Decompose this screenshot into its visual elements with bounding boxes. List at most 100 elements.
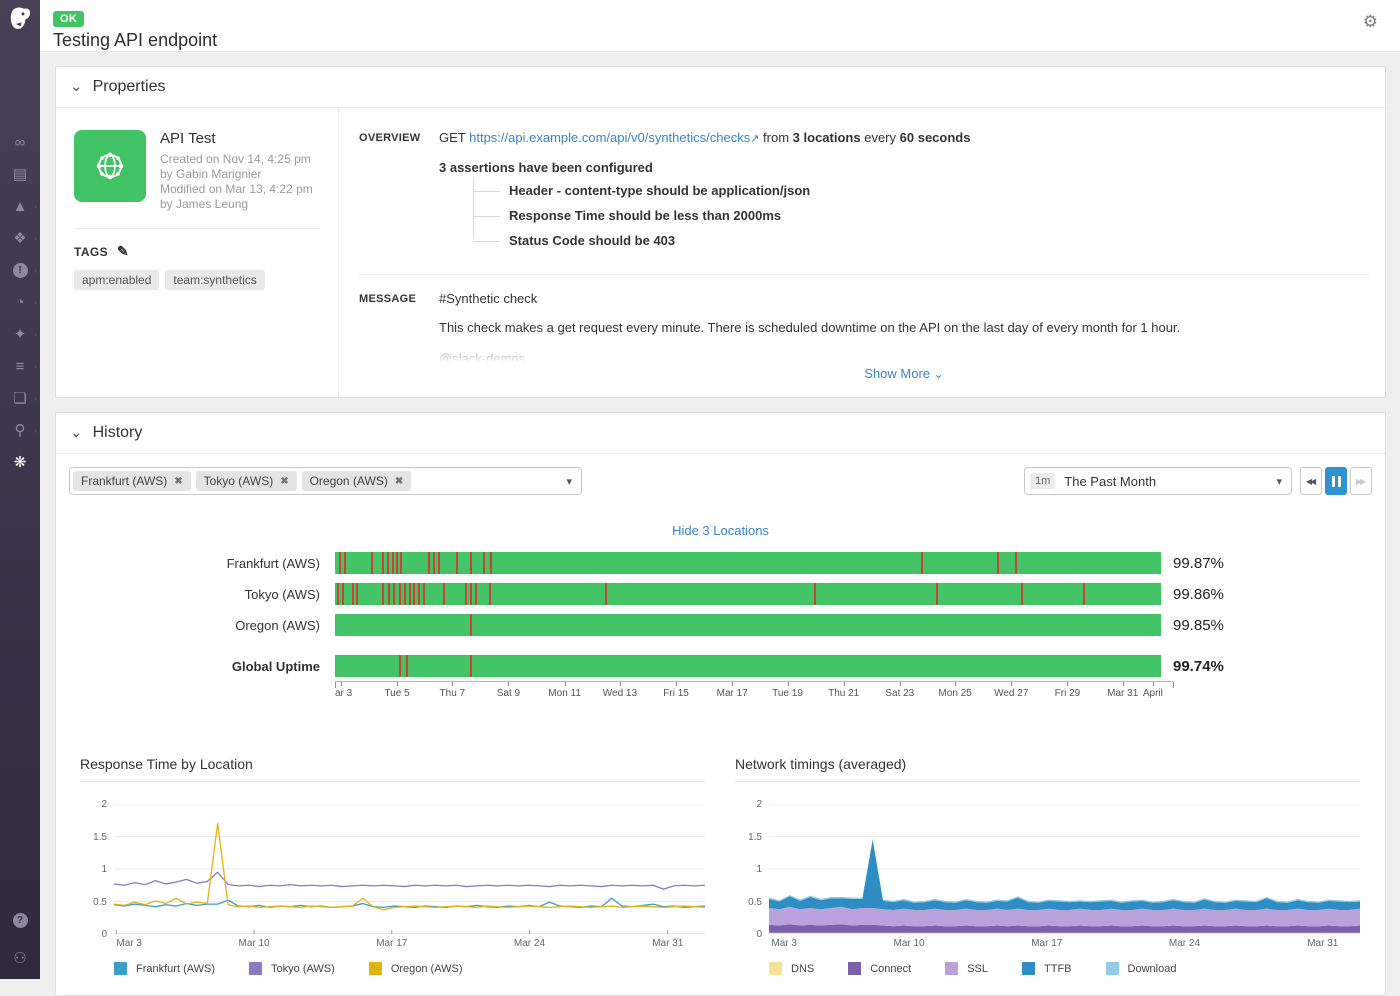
location-filter-label: Tokyo (AWS) — [204, 474, 274, 488]
y-axis: 00.511.52 — [80, 804, 114, 934]
downtime-tick — [470, 583, 472, 605]
test-name: API Test — [160, 130, 313, 147]
test-created-by: by Gabin Marignier — [160, 167, 313, 182]
x-tick-label: Mar 3 — [771, 938, 797, 949]
history-section-header[interactable]: ⌄ History — [56, 413, 1385, 454]
sidebar-item-dashboards[interactable]: ▤ — [0, 158, 40, 190]
legend-item[interactable]: Connect — [848, 962, 911, 975]
pause-icon — [1332, 476, 1335, 487]
location-filter-pill[interactable]: Frankfurt (AWS)✖ — [73, 471, 191, 491]
downtime-tick — [371, 552, 373, 574]
test-modified: Modified on Mar 13, 4:22 pm — [160, 182, 313, 197]
sidebar-item-apm-search[interactable]: ⚲› — [0, 414, 40, 446]
x-tick-label: Mar 24 — [514, 938, 545, 949]
from-text: from — [763, 130, 789, 145]
location-filter-pill[interactable]: Tokyo (AWS) ✖ — [196, 471, 297, 491]
uptime-bar[interactable] — [335, 614, 1161, 636]
sidebar-item-help[interactable]: ? — [0, 909, 40, 931]
sidebar-item-logs[interactable]: ≡› — [0, 350, 40, 382]
uptime-percentage: 99.85% — [1161, 617, 1248, 634]
app-window: ∞▤▲›❖›!›◔›✦›≡›❏›⚲› ❋ ? ⚇ OK Testing API en… — [0, 0, 1400, 979]
gear-icon[interactable]: ⚙ — [1363, 12, 1378, 51]
remove-filter-icon[interactable]: ✖ — [395, 476, 403, 487]
uptime-bar[interactable] — [335, 655, 1161, 677]
datadog-logo[interactable] — [7, 6, 34, 38]
check-interval: 60 seconds — [900, 130, 971, 145]
sidebar-item-apm[interactable]: ◔› — [0, 286, 40, 318]
rewind-button[interactable]: ◀◀ — [1300, 467, 1322, 495]
forward-button[interactable]: ▶▶ — [1350, 467, 1372, 495]
legend-label: Download — [1128, 963, 1177, 975]
chevron-down-icon: ⌄ — [934, 367, 944, 381]
hide-locations-link[interactable]: Hide 3 Locations — [56, 523, 1385, 538]
time-range-select[interactable]: 1m The Past Month ▾ — [1024, 467, 1292, 495]
uptime-bar[interactable] — [335, 552, 1161, 574]
test-modified-by: by James Leung — [160, 197, 313, 212]
sidebar-item-metrics[interactable]: ▲› — [0, 190, 40, 222]
legend-item[interactable]: TTFB — [1022, 962, 1072, 975]
history-section-title: History — [93, 424, 143, 442]
sidebar-item-synthetics[interactable]: ❋ — [0, 446, 40, 478]
synthetics-icon: ❋ — [14, 455, 27, 470]
x-tick-label: Mar 31 — [1307, 938, 1338, 949]
legend-item[interactable]: Oregon (AWS) — [369, 962, 463, 975]
remove-filter-icon[interactable]: ✖ — [174, 476, 182, 487]
x-tick-label: Mar 3 — [116, 938, 142, 949]
playback-controls: ◀◀ ▶▶ — [1300, 467, 1372, 495]
legend-item[interactable]: Tokyo (AWS) — [249, 962, 335, 975]
legend-item[interactable]: SSL — [945, 962, 988, 975]
y-tick-label: 1.5 — [93, 832, 107, 843]
test-created: Created on Nov 14, 4:25 pm — [160, 152, 313, 167]
downtime-tick — [470, 655, 472, 677]
location-filter-select[interactable]: Frankfurt (AWS)✖Tokyo (AWS)✖Oregon (AWS)… — [69, 467, 582, 495]
y-tick-label: 0.5 — [748, 897, 762, 908]
axis-tick — [788, 682, 789, 686]
legend-label: Oregon (AWS) — [391, 963, 463, 975]
y-tick-label: 0 — [756, 929, 762, 940]
api-test-icon — [74, 130, 146, 202]
axis-tick — [1011, 682, 1012, 686]
legend-item[interactable]: Frankfurt (AWS) — [114, 962, 215, 975]
pause-button[interactable] — [1325, 467, 1347, 495]
global-uptime-row: Global Uptime99.74% — [56, 655, 1385, 677]
downtime-tick — [475, 583, 477, 605]
properties-section-header[interactable]: ⌄ Properties — [56, 67, 1385, 108]
sidebar-item-notebooks[interactable]: ❏› — [0, 382, 40, 414]
axis-tick-label: Mon 25 — [938, 688, 971, 699]
show-more-link[interactable]: Show More ⌄ — [439, 366, 1369, 381]
uptime-location-label: Global Uptime — [70, 659, 335, 674]
legend-label: DNS — [791, 963, 814, 975]
uptime-location-label: Oregon (AWS) — [70, 618, 335, 633]
axis-tick — [732, 682, 733, 686]
downtime-tick — [456, 552, 458, 574]
edit-tags-icon[interactable]: ✎ — [117, 243, 129, 260]
legend-item[interactable]: Download — [1106, 962, 1177, 975]
main-content: OK Testing API endpoint ⚙ ⌄ Properties — [40, 0, 1400, 979]
sidebar-item-watchdog[interactable]: ∞ — [0, 126, 40, 158]
location-filter-pill[interactable]: Oregon (AWS)✖ — [302, 471, 412, 491]
sidebar-item-users[interactable]: ⚇ — [0, 947, 40, 969]
legend-item[interactable]: DNS — [769, 962, 814, 975]
downtime-tick — [344, 552, 346, 574]
remove-filter-icon[interactable]: ✖ — [280, 476, 288, 487]
endpoint-link[interactable]: https://api.example.com/api/v0/synthetic… — [469, 130, 750, 145]
downtime-tick — [339, 552, 341, 574]
assertion-item: Response Time should be less than 2000ms — [439, 206, 1369, 225]
network-timings-plot[interactable] — [769, 804, 1360, 934]
message-mention: @slack-demos — [439, 351, 1369, 362]
response-time-plot[interactable] — [114, 804, 705, 934]
assertion-item: Status Code should be 403 — [439, 231, 1369, 250]
y-tick-label: 1 — [101, 864, 107, 875]
submenu-arrow-icon: › — [34, 329, 37, 339]
axis-tick-label: Tue 19 — [772, 688, 803, 699]
uptime-bar[interactable] — [335, 583, 1161, 605]
sidebar-item-infrastructure[interactable]: ❖› — [0, 222, 40, 254]
axis-tick — [341, 682, 342, 686]
downtime-tick — [470, 614, 472, 636]
downtime-tick — [921, 552, 923, 574]
sidebar-item-integrations[interactable]: ✦› — [0, 318, 40, 350]
sidebar-item-monitors[interactable]: !› — [0, 254, 40, 286]
axis-tick-label: Sat 23 — [885, 688, 914, 699]
axis-tick-label: Fri 15 — [663, 688, 689, 699]
axis-tick-label: Mar 31 — [1107, 688, 1138, 699]
